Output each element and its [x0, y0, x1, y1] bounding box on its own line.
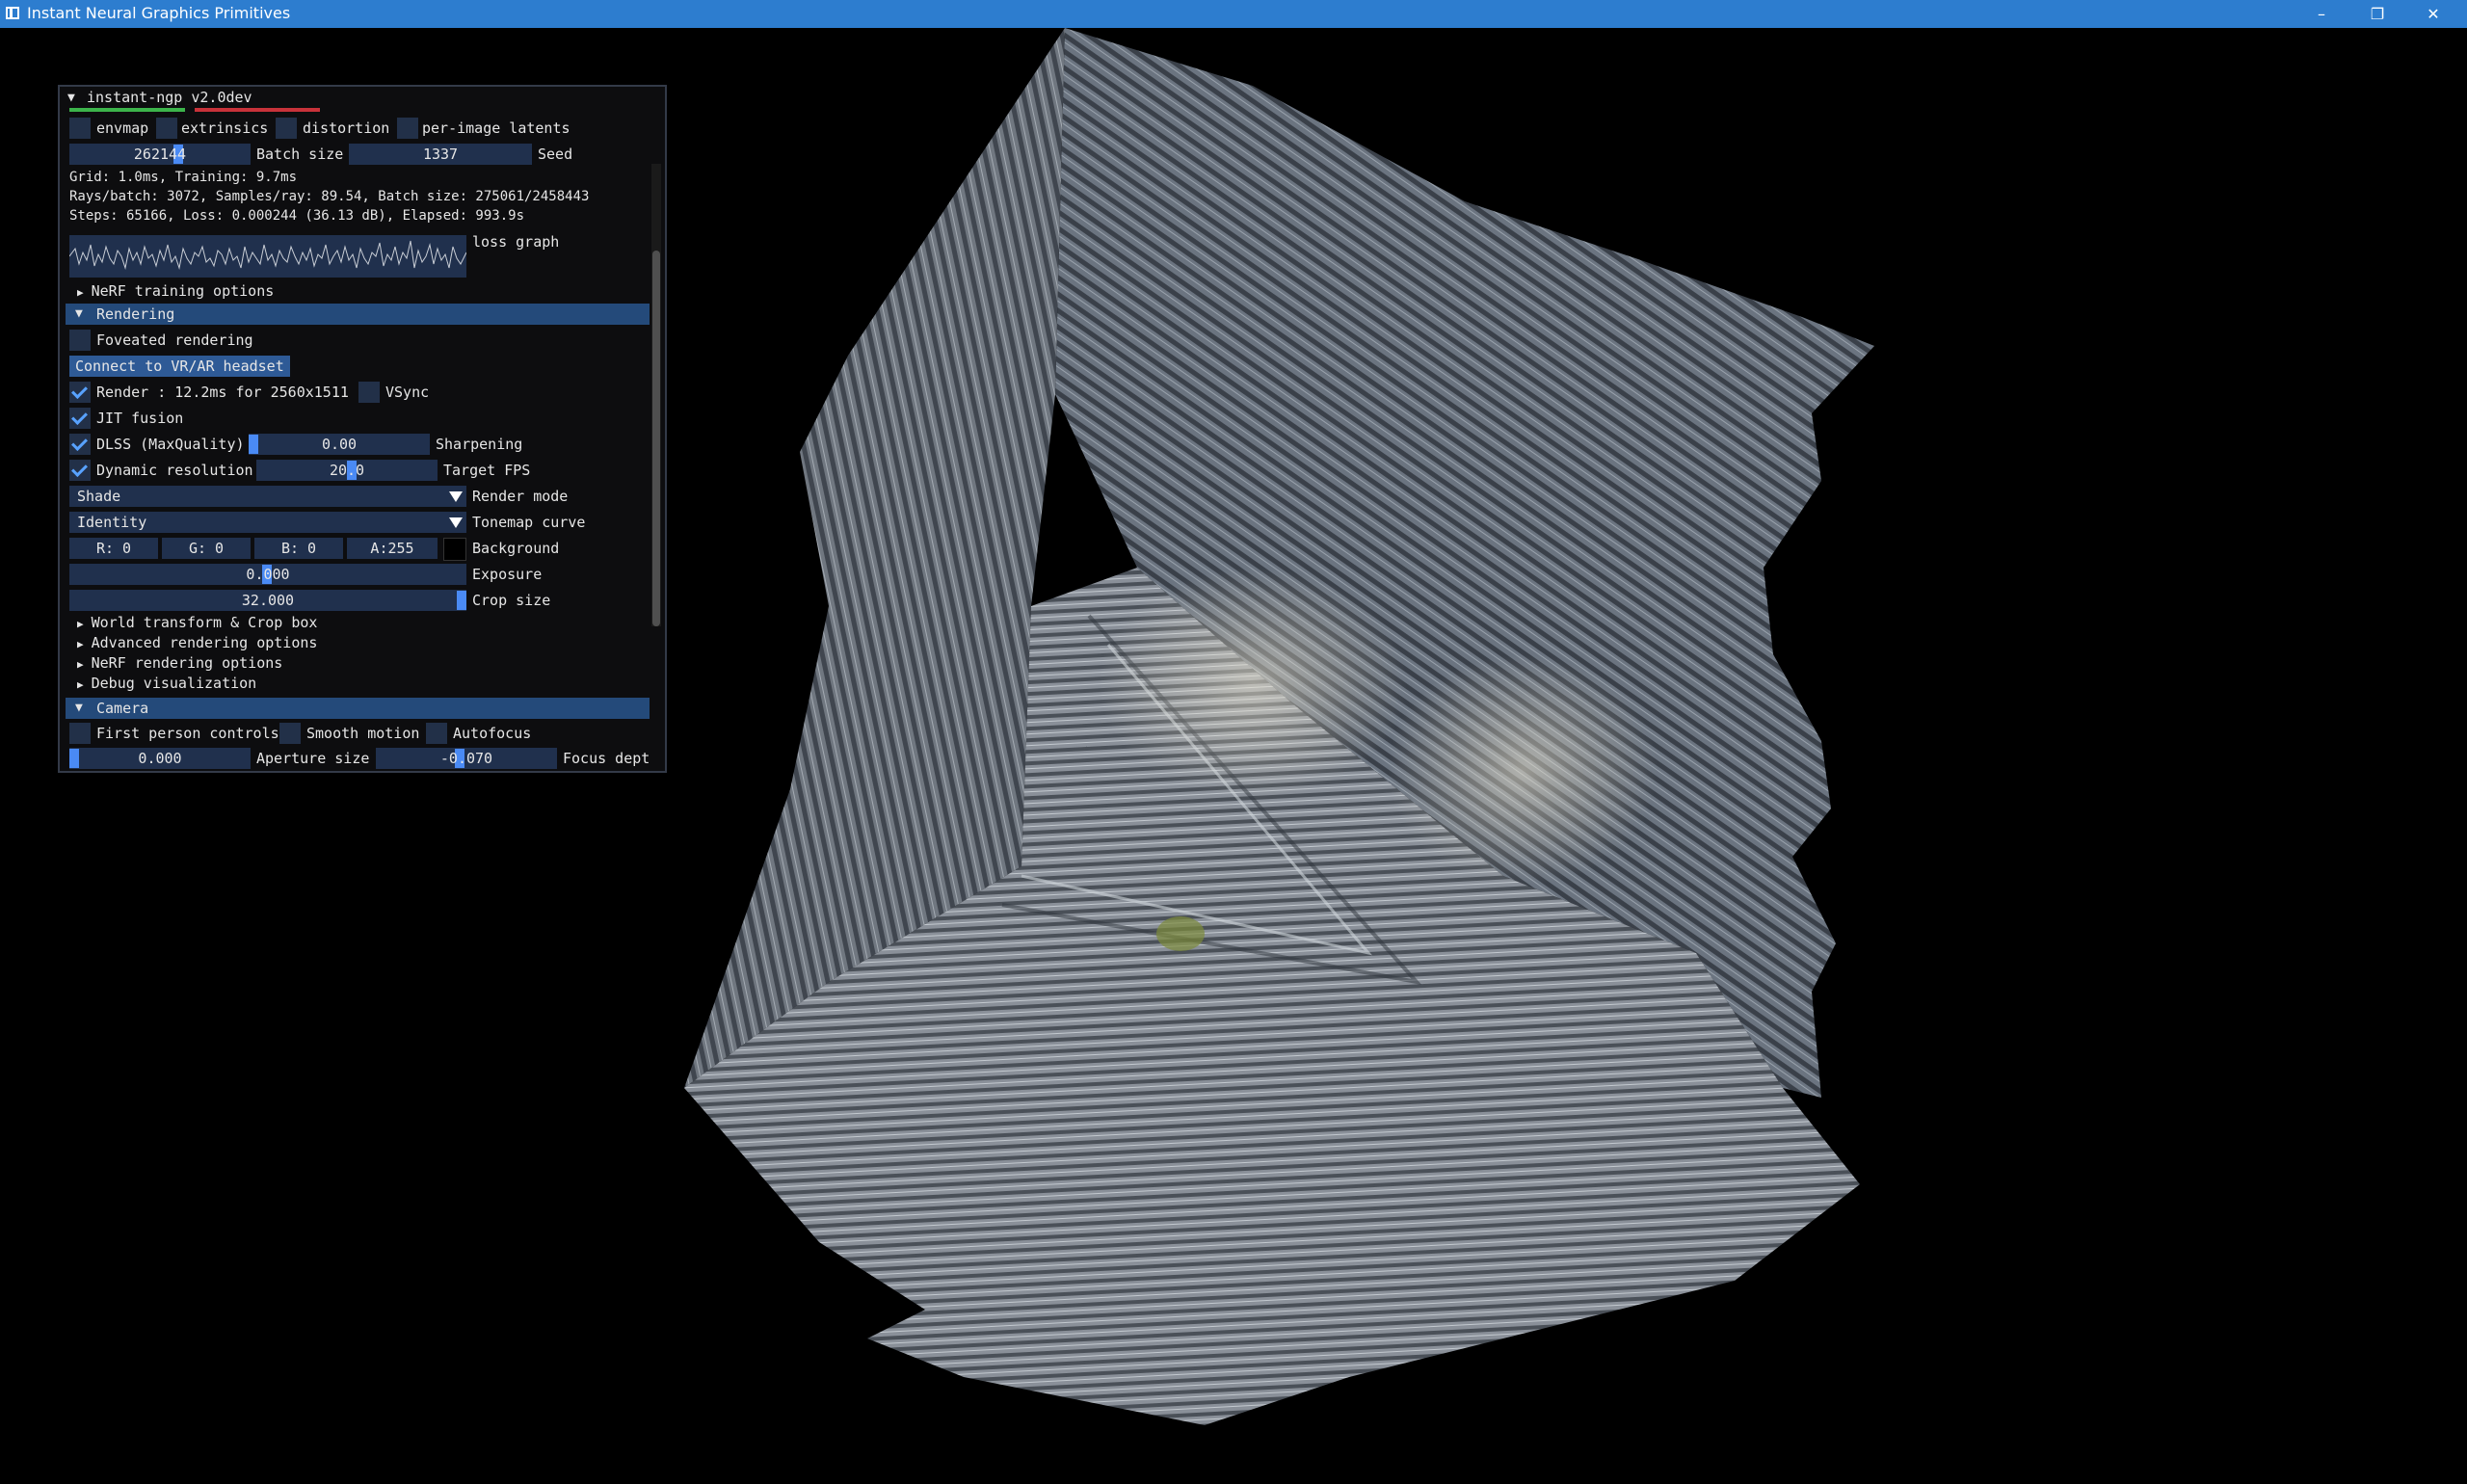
seed-label: Seed: [538, 146, 573, 163]
slider-grab[interactable]: [249, 435, 258, 454]
minimize-button[interactable]: –: [2294, 0, 2349, 28]
tree-advanced-rendering[interactable]: ▶ Advanced rendering options: [77, 633, 317, 652]
envmap-checkbox[interactable]: [69, 118, 91, 139]
distortion-checkbox[interactable]: [276, 118, 297, 139]
target-fps-slider[interactable]: 20.0: [256, 460, 438, 481]
background-label: Background: [472, 540, 560, 557]
foveated-rendering-checkbox[interactable]: [69, 330, 91, 351]
panel-title: instant-ngp v2.0dev: [87, 89, 252, 106]
crop-size-label: Crop size: [472, 592, 551, 609]
loss-graph-label: loss graph: [472, 233, 560, 251]
vsync-checkbox[interactable]: [358, 382, 380, 403]
maximize-button[interactable]: ❐: [2349, 0, 2405, 28]
rays-info: Rays/batch: 3072, Samples/ray: 89.54, Ba…: [69, 189, 590, 204]
slider-grab[interactable]: [69, 749, 79, 768]
tree-nerf-training-options[interactable]: ▶ NeRF training options: [77, 281, 274, 301]
target-fps-label: Target FPS: [443, 462, 531, 479]
tree-world-transform[interactable]: ▶ World transform & Crop box: [77, 613, 317, 632]
render-stat-label: Render : 12.2ms for 2560x1511: [96, 384, 349, 401]
dlss-checkbox[interactable]: [69, 434, 91, 455]
batch-size-slider[interactable]: 262144: [69, 144, 251, 165]
instant-ngp-panel[interactable]: ▼ instant-ngp v2.0dev envmap extrinsics …: [58, 85, 667, 773]
autofocus-checkbox[interactable]: [426, 723, 447, 744]
expand-triangle-icon: ▶: [77, 638, 84, 650]
sharpening-label: Sharpening: [436, 436, 523, 453]
camera-header[interactable]: ▼ Camera: [66, 698, 650, 719]
tree-nerf-rendering[interactable]: ▶ NeRF rendering options: [77, 653, 282, 673]
chevron-down-icon[interactable]: [445, 486, 466, 507]
vsync-label: VSync: [385, 384, 430, 401]
tonemap-curve-label: Tonemap curve: [472, 514, 586, 531]
dynamic-resolution-label: Dynamic resolution: [96, 462, 253, 479]
app-icon: [6, 7, 19, 19]
distortion-label: distortion: [303, 119, 390, 137]
seed-field[interactable]: 1337: [349, 144, 532, 165]
smooth-motion-label: Smooth motion: [306, 725, 420, 742]
crop-size-slider[interactable]: 32.000: [69, 590, 466, 611]
sharpening-slider[interactable]: 0.00: [249, 434, 430, 455]
expand-triangle-icon: ▶: [77, 618, 84, 630]
focus-depth-slider[interactable]: -0.070: [376, 748, 557, 769]
collapse-triangle-icon[interactable]: ▼: [67, 91, 75, 105]
foveated-rendering-label: Foveated rendering: [96, 331, 253, 349]
window-titlebar: Instant Neural Graphics Primitives – ❐ ✕: [0, 0, 2467, 28]
tree-debug-visualization[interactable]: ▶ Debug visualization: [77, 674, 256, 693]
exposure-label: Exposure: [472, 566, 543, 583]
jit-fusion-label: JIT fusion: [96, 410, 184, 427]
dlss-label: DLSS (MaxQuality): [96, 436, 245, 453]
first-person-controls-label: First person controls: [96, 725, 279, 742]
progress-strip-red: [195, 108, 320, 112]
slider-grab[interactable]: [457, 591, 466, 610]
tonemap-curve-combo[interactable]: Identity: [69, 512, 466, 533]
window-title: Instant Neural Graphics Primitives: [27, 4, 291, 22]
steps-info: Steps: 65166, Loss: 0.000244 (36.13 dB),…: [69, 208, 525, 224]
per-image-latents-label: per-image latents: [422, 119, 570, 137]
jit-fusion-checkbox[interactable]: [69, 408, 91, 429]
collapse-triangle-icon: ▼: [75, 701, 83, 715]
focus-depth-label: Focus dept: [563, 750, 650, 767]
collapse-triangle-icon: ▼: [75, 306, 83, 321]
rendering-header[interactable]: ▼ Rendering: [66, 304, 650, 325]
background-r-field[interactable]: R: 0: [69, 538, 158, 559]
loss-graph: [69, 235, 466, 278]
connect-vr-button[interactable]: Connect to VR/AR headset: [69, 356, 290, 377]
background-a-field[interactable]: A:255: [347, 538, 438, 559]
first-person-controls-checkbox[interactable]: [69, 723, 91, 744]
autofocus-label: Autofocus: [453, 725, 532, 742]
render-mode-label: Render mode: [472, 488, 569, 505]
render-checkbox[interactable]: [69, 382, 91, 403]
background-g-field[interactable]: G: 0: [162, 538, 251, 559]
panel-scrollbar[interactable]: [651, 164, 661, 626]
progress-strip-green: [69, 108, 185, 112]
aperture-size-slider[interactable]: 0.000: [69, 748, 251, 769]
dynamic-resolution-checkbox[interactable]: [69, 460, 91, 481]
expand-triangle-icon: ▶: [77, 678, 84, 691]
expand-triangle-icon: ▶: [77, 286, 84, 299]
timing-info: Grid: 1.0ms, Training: 9.7ms: [69, 170, 298, 185]
close-button[interactable]: ✕: [2405, 0, 2461, 28]
aperture-size-label: Aperture size: [256, 750, 370, 767]
chevron-down-icon[interactable]: [445, 512, 466, 533]
envmap-label: envmap: [96, 119, 149, 137]
expand-triangle-icon: ▶: [77, 658, 84, 671]
extrinsics-label: extrinsics: [181, 119, 269, 137]
extrinsics-checkbox[interactable]: [156, 118, 177, 139]
scrollbar-thumb[interactable]: [652, 251, 660, 626]
render-mode-combo[interactable]: Shade: [69, 486, 466, 507]
background-b-field[interactable]: B: 0: [254, 538, 343, 559]
exposure-slider[interactable]: 0.000: [69, 564, 466, 585]
per-image-latents-checkbox[interactable]: [397, 118, 418, 139]
batch-size-label: Batch size: [256, 146, 344, 163]
background-color-swatch[interactable]: [443, 538, 466, 561]
smooth-motion-checkbox[interactable]: [279, 723, 301, 744]
